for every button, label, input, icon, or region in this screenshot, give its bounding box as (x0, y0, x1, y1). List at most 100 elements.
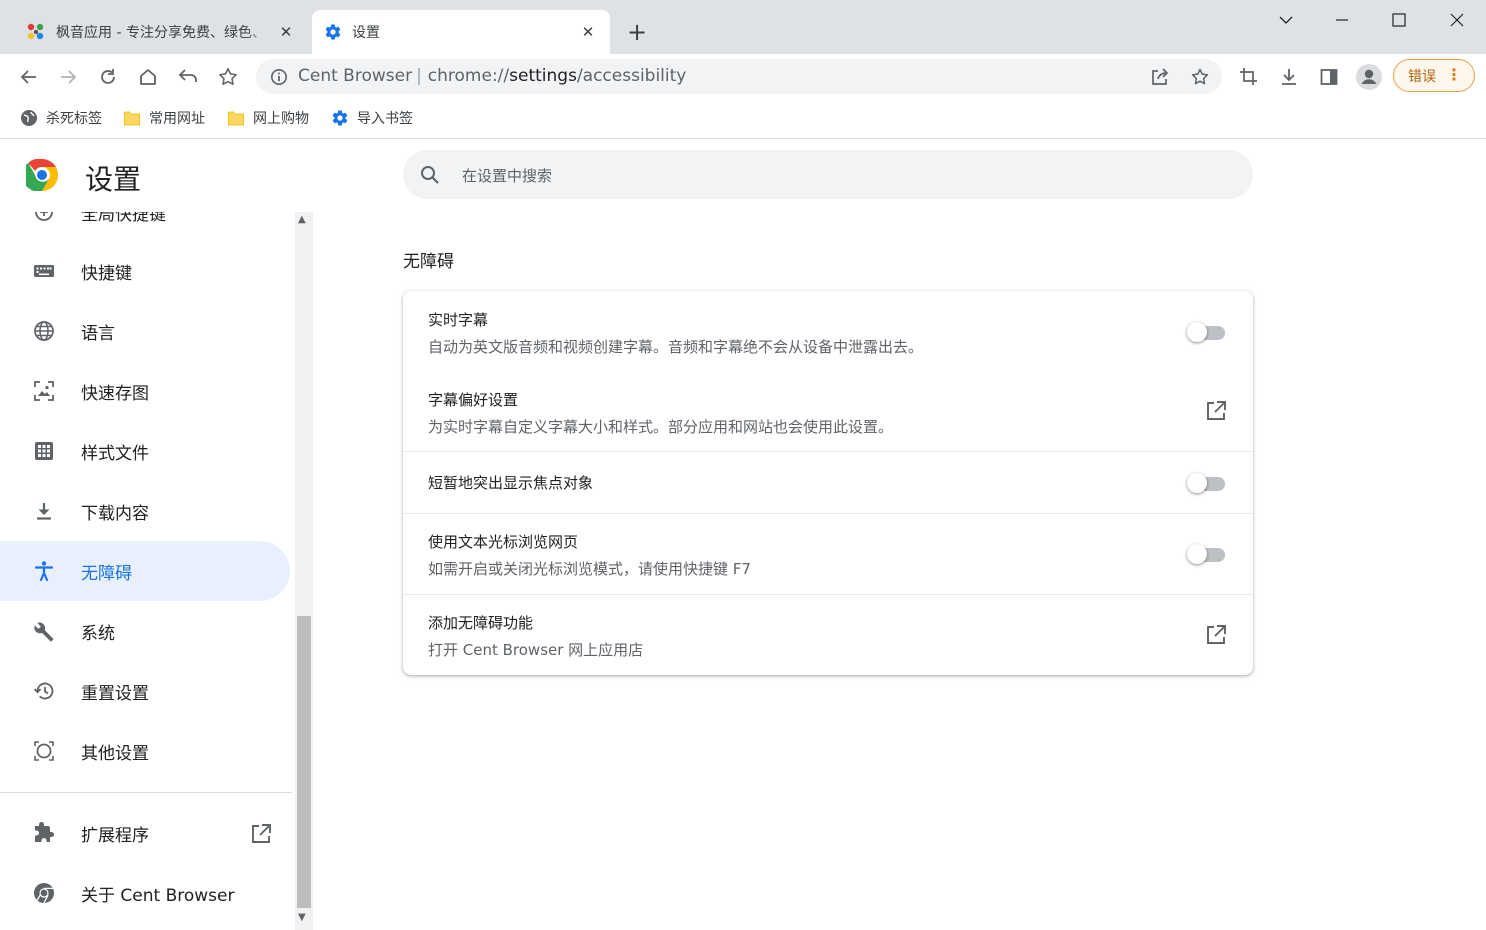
setting-row-focus-highlight[interactable]: 短暂地突出显示焦点对象 (403, 472, 1253, 496)
sidebar-item-system[interactable]: 系统 (0, 601, 290, 661)
setting-label: 使用文本光标浏览网页 (428, 533, 579, 551)
open-in-new-icon[interactable] (1205, 400, 1227, 422)
download-icon (1282, 69, 1296, 85)
caret-browsing-toggle[interactable] (1187, 542, 1225, 564)
reload-button[interactable] (93, 62, 123, 92)
sidebar-item-label: 系统 (81, 623, 115, 644)
profile-button[interactable] (1354, 62, 1384, 92)
address-text[interactable]: Cent Browser | chrome://settings/accessibi… (298, 66, 686, 86)
info-icon[interactable] (270, 68, 288, 86)
page-title: 设置 (85, 163, 142, 196)
bookmark-star-button[interactable] (213, 62, 243, 92)
bookmark-item[interactable]: 杀死标签 (20, 108, 102, 128)
accessibility-card: 实时字幕 自动为英文版音频和视频创建字幕。音频和字幕绝不会从设备中泄露出去。 字… (403, 291, 1253, 675)
downloads-button[interactable] (1274, 62, 1304, 92)
bookmark-label: 导入书签 (357, 111, 413, 127)
omnibox-separator: | (416, 66, 422, 86)
minimize-button[interactable] (1314, 0, 1370, 40)
url-host: settings (509, 66, 577, 86)
sidebar-item-languages[interactable]: 语言 (0, 301, 290, 361)
share-icon (1152, 68, 1169, 85)
tab-title: 枫音应用 - 专注分享免费、绿色、 (56, 25, 266, 41)
sidebar-item-accessibility[interactable]: 无障碍 (0, 541, 290, 601)
close-window-button[interactable] (1429, 0, 1485, 40)
keyboard-icon (32, 259, 56, 283)
tab-search-button[interactable] (1258, 0, 1314, 40)
search-input[interactable] (460, 163, 1224, 189)
tab-settings[interactable]: 设置 ✕ (312, 10, 610, 54)
undo-close-tab-button[interactable] (173, 62, 203, 92)
sidebar-item-label: 无障碍 (81, 563, 132, 584)
focus-highlight-toggle[interactable] (1187, 471, 1225, 493)
bookmark-page-button[interactable] (1185, 62, 1215, 92)
sidebar-item-other[interactable]: 其他设置 (0, 721, 290, 781)
sidebar-item-label: 关于 Cent Browser (81, 885, 235, 906)
setting-row-live-caption[interactable]: 实时字幕 自动为英文版音频和视频创建字幕。音频和字幕绝不会从设备中泄露出去。 (403, 309, 1253, 371)
close-tab-icon[interactable]: ✕ (276, 23, 296, 41)
sidebar-item-shortcuts[interactable]: 快捷键 (0, 241, 290, 301)
more-vert-icon: ⋮ (1446, 65, 1462, 84)
sidebar-item-reset[interactable]: 重置设置 (0, 661, 290, 721)
accessibility-icon (32, 559, 56, 583)
open-in-new-icon[interactable] (250, 823, 272, 845)
sidebar-item-label: 样式文件 (81, 443, 149, 464)
search-icon (420, 165, 440, 189)
section-title: 无障碍 (403, 252, 454, 272)
url-path: /accessibility (576, 66, 687, 86)
setting-description: 如需开启或关闭光标浏览模式，请使用快捷键 F7 (428, 560, 751, 578)
tab-title: 设置 (352, 25, 380, 41)
bookmark-item[interactable]: 导入书签 (331, 108, 413, 128)
back-button[interactable] (14, 62, 44, 92)
setting-label: 字幕偏好设置 (428, 391, 519, 409)
sidebar-item-label: 其他设置 (81, 743, 149, 764)
arrow-left-icon (20, 70, 36, 84)
download-icon (32, 499, 56, 523)
forward-button[interactable] (53, 62, 83, 92)
chrome-logo-icon (32, 881, 56, 905)
sidebar-item-label: 语言 (81, 323, 115, 344)
sidebar: 全局快捷键 快捷键 语言 快速存图 样式文件 下载内容 无障碍 系统 重置设置 … (0, 212, 292, 930)
row-divider (403, 451, 1253, 452)
setting-description: 为实时字幕自定义字幕大小和样式。部分应用和网站也会使用此设置。 (428, 418, 894, 436)
close-tab-icon[interactable]: ✕ (578, 23, 598, 41)
sidebar-item-downloads[interactable]: 下载内容 (0, 481, 290, 541)
setting-label: 实时字幕 (428, 311, 489, 329)
open-in-new-icon[interactable] (1205, 624, 1227, 646)
maximize-button[interactable] (1371, 0, 1427, 40)
star-outline-icon (219, 67, 237, 86)
new-tab-button[interactable]: + (624, 18, 650, 46)
sidebar-divider (0, 792, 292, 793)
arrow-right-icon (61, 70, 77, 84)
sidebar-item-styles[interactable]: 样式文件 (0, 421, 290, 481)
home-button[interactable] (133, 62, 163, 92)
live-caption-toggle[interactable] (1187, 320, 1225, 342)
share-button[interactable] (1145, 62, 1175, 92)
bookmark-folder[interactable]: 网上购物 (227, 108, 309, 128)
scrollbar-thumb[interactable] (297, 616, 311, 908)
crop-button[interactable] (1234, 62, 1264, 92)
toggle-knob (1187, 544, 1207, 564)
setting-row-add-accessibility[interactable]: 添加无障碍功能 打开 Cent Browser 网上应用店 (403, 612, 1253, 674)
tab-fengyin[interactable]: 枫音应用 - 专注分享免费、绿色、 ✕ (14, 10, 308, 54)
sidebar-item-quick-save[interactable]: 快速存图 (0, 361, 290, 421)
minimize-icon (1336, 19, 1348, 21)
globe-icon (32, 319, 56, 343)
home-icon (140, 69, 156, 85)
scroll-down-arrow-icon[interactable]: ▼ (298, 912, 306, 923)
sidebar-item-label: 下载内容 (81, 503, 149, 524)
sidebar-item-extensions[interactable]: 扩展程序 (0, 803, 290, 863)
wrench-icon (32, 619, 56, 643)
url-prefix: chrome:// (427, 66, 510, 86)
sidebar-item-label: 快捷键 (81, 263, 132, 284)
sidebar-item-about[interactable]: 关于 Cent Browser (0, 863, 290, 923)
scroll-up-arrow-icon[interactable]: ▲ (298, 214, 306, 225)
setting-row-caret-browsing[interactable]: 使用文本光标浏览网页 如需开启或关闭光标浏览模式，请使用快捷键 F7 (403, 531, 1253, 593)
bookmark-folder[interactable]: 常用网址 (123, 108, 205, 128)
side-panel-button[interactable] (1314, 62, 1344, 92)
error-menu-button[interactable]: 错误 ⋮ (1393, 59, 1475, 92)
history-icon (32, 679, 56, 703)
avatar-icon (1356, 64, 1382, 90)
bookmark-bar (0, 99, 1486, 139)
setting-row-caption-preferences[interactable]: 字幕偏好设置 为实时字幕自定义字幕大小和样式。部分应用和网站也会使用此设置。 (403, 389, 1253, 451)
sidebar-item-global-shortcuts[interactable]: 全局快捷键 (0, 212, 290, 242)
